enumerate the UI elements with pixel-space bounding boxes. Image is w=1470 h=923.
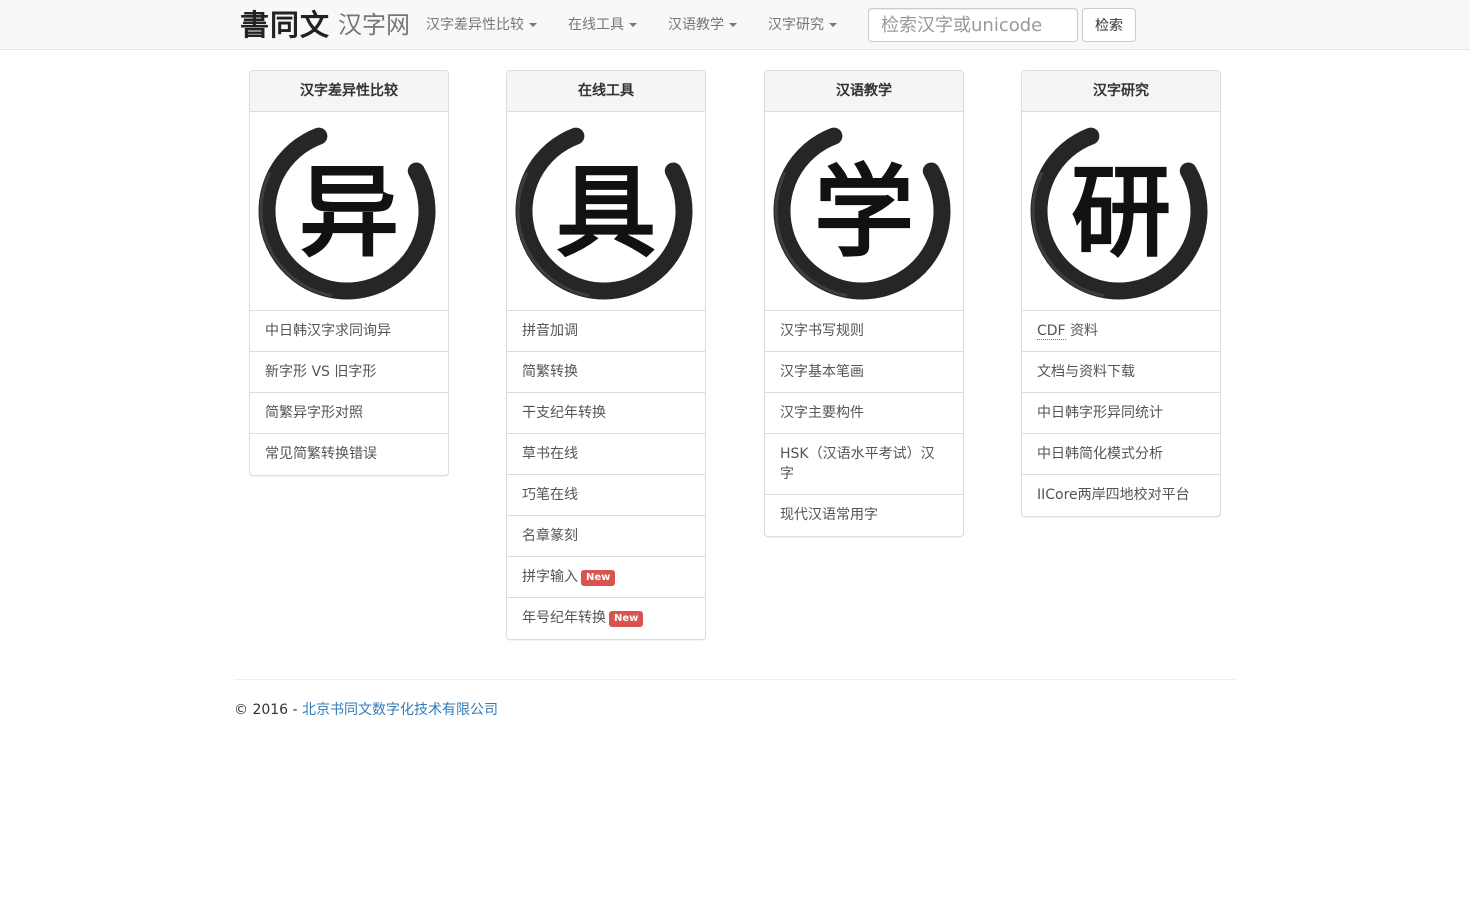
emblem-char: 学 (814, 153, 914, 271)
ink-circle-emblem-icon: 异 (258, 122, 436, 300)
nav-dropdown-comparison[interactable]: 汉字差异性比较 (426, 15, 537, 35)
list-item-label: 拼字输入 (522, 569, 578, 585)
footer-divider (234, 679, 1235, 680)
emblem-char: 具 (556, 153, 656, 271)
panel-emblem[interactable]: 具 (507, 112, 705, 311)
list-item[interactable]: 拼字输入 New (507, 557, 705, 598)
caret-down-icon (629, 23, 637, 27)
nav-dropdown-label: 汉字研究 (768, 17, 824, 33)
list-item[interactable]: 中日韩简化模式分析 (1022, 434, 1220, 475)
new-badge: New (581, 570, 616, 586)
list-item[interactable]: 汉字书写规则 (765, 311, 963, 352)
site-name-link[interactable]: 汉字网 (338, 8, 410, 42)
panel-research: 汉字研究 研 CDF 资料 文档与资料下载 中日韩字形异同统计 中日韩简化模式分… (1021, 70, 1221, 517)
ink-circle-emblem-icon: 具 (515, 122, 693, 300)
site-logo[interactable]: 書同文 (240, 5, 330, 45)
panel-comparison: 汉字差异性比较 异 中日韩汉字求同询异 新字形 VS 旧字形 简繁异字形对照 常… (249, 70, 449, 476)
company-link[interactable]: 北京书同文数字化技术有限公司 (302, 702, 498, 718)
emblem-char: 异 (299, 153, 399, 271)
list-item-label: 资料 (1065, 323, 1099, 339)
search-button[interactable]: 检索 (1082, 8, 1136, 42)
panel-tools: 在线工具 具 拼音加调 简繁转换 干支纪年转换 草书在线 巧笔在线 名章篆刻 拼… (506, 70, 706, 640)
panel-emblem[interactable]: 异 (250, 112, 448, 311)
panel-title: 在线工具 (507, 71, 705, 112)
emblem-char: 研 (1071, 153, 1171, 271)
list-item[interactable]: 简繁转换 (507, 352, 705, 393)
new-badge: New (609, 611, 644, 627)
list-item[interactable]: 中日韩汉字求同询异 (250, 311, 448, 352)
copyright-text: © 2016 - (234, 702, 303, 718)
list-item[interactable]: 常见简繁转换错误 (250, 434, 448, 475)
list-item[interactable]: 文档与资料下载 (1022, 352, 1220, 393)
list-item[interactable]: IICore两岸四地校对平台 (1022, 475, 1220, 516)
nav-dropdown-label: 汉字差异性比较 (426, 17, 524, 33)
list-item[interactable]: CDF 资料 (1022, 311, 1220, 352)
nav-dropdown-research[interactable]: 汉字研究 (768, 15, 837, 35)
search-input[interactable] (868, 8, 1078, 42)
list-item[interactable]: 新字形 VS 旧字形 (250, 352, 448, 393)
list-item[interactable]: 草书在线 (507, 434, 705, 475)
list-item[interactable]: 年号纪年转换 New (507, 598, 705, 639)
list-item[interactable]: HSK（汉语水平考试）汉字 (765, 434, 963, 495)
list-item[interactable]: 汉字基本笔画 (765, 352, 963, 393)
panel-title: 汉语教学 (765, 71, 963, 112)
caret-down-icon (529, 23, 537, 27)
caret-down-icon (729, 23, 737, 27)
nav-dropdown-label: 汉语教学 (668, 17, 724, 33)
caret-down-icon (829, 23, 837, 27)
nav-dropdown-label: 在线工具 (568, 17, 624, 33)
list-item[interactable]: 巧笔在线 (507, 475, 705, 516)
list-item[interactable]: 名章篆刻 (507, 516, 705, 557)
footer: © 2016 - 北京书同文数字化技术有限公司 (234, 700, 498, 720)
top-navbar: 書同文 汉字网 汉字差异性比较 在线工具 汉语教学 汉字研究 检索 (0, 0, 1470, 50)
list-item[interactable]: 简繁异字形对照 (250, 393, 448, 434)
nav-dropdown-tools[interactable]: 在线工具 (568, 15, 637, 35)
ink-circle-emblem-icon: 研 (1030, 122, 1208, 300)
ink-circle-emblem-icon: 学 (773, 122, 951, 300)
panel-teaching: 汉语教学 学 汉字书写规则 汉字基本笔画 汉字主要构件 HSK（汉语水平考试）汉… (764, 70, 964, 537)
list-item[interactable]: 现代汉语常用字 (765, 495, 963, 536)
list-item[interactable]: 拼音加调 (507, 311, 705, 352)
panel-emblem[interactable]: 研 (1022, 112, 1220, 311)
list-item[interactable]: 中日韩字形异同统计 (1022, 393, 1220, 434)
list-item[interactable]: 干支纪年转换 (507, 393, 705, 434)
list-item-label: 年号纪年转换 (522, 610, 606, 626)
panel-title: 汉字差异性比较 (250, 71, 448, 112)
panel-emblem[interactable]: 学 (765, 112, 963, 311)
nav-dropdown-teaching[interactable]: 汉语教学 (668, 15, 737, 35)
list-item[interactable]: 汉字主要构件 (765, 393, 963, 434)
panel-title: 汉字研究 (1022, 71, 1220, 112)
cdf-abbr: CDF (1037, 323, 1066, 340)
